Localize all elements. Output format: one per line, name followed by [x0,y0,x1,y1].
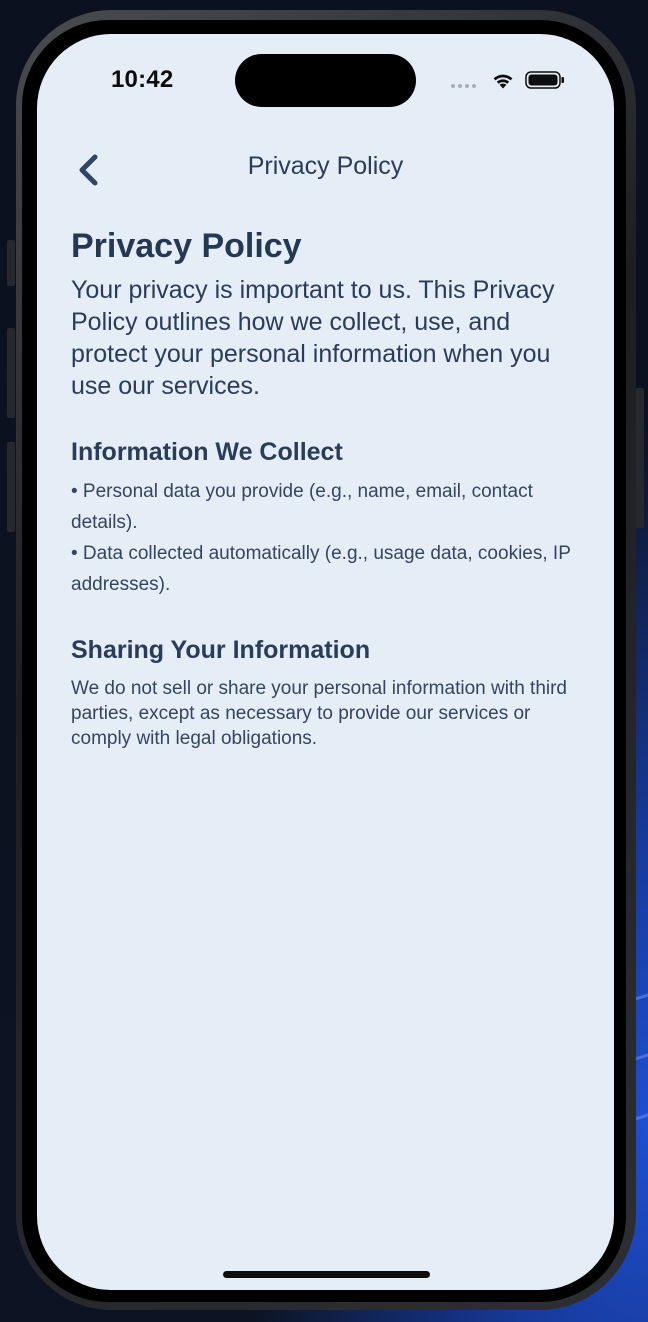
section-title-information-we-collect: Information We Collect [71,438,343,466]
signal-dots-icon [451,84,476,88]
section-title-sharing-your-information: Sharing Your Information [71,636,371,664]
nav-title: Privacy Policy [247,152,404,180]
battery-icon [525,71,564,89]
policy-content: Privacy Policy Your privacy is important… [71,222,591,751]
volume-down-button [7,442,15,532]
wifi-icon [493,74,513,89]
power-button [636,388,644,528]
list-item: • Data collected automatically (e.g., us… [71,543,571,595]
action-button [7,240,15,286]
page-heading: Privacy Policy [71,227,302,265]
collect-bullet-list: • Personal data you provide (e.g., name,… [71,476,591,600]
home-indicator[interactable] [223,1271,430,1278]
volume-up-button [7,328,15,418]
intro-paragraph: Your privacy is important to us. This Pr… [71,276,555,400]
app-screen: 10:42 Privacy Policy Privacy Policy Your… [37,34,614,1290]
status-time: 10:42 [111,66,174,93]
list-item: • Personal data you provide (e.g., name,… [71,481,533,533]
dynamic-island [235,54,416,107]
sharing-paragraph: We do not sell or share your personal in… [71,678,568,749]
